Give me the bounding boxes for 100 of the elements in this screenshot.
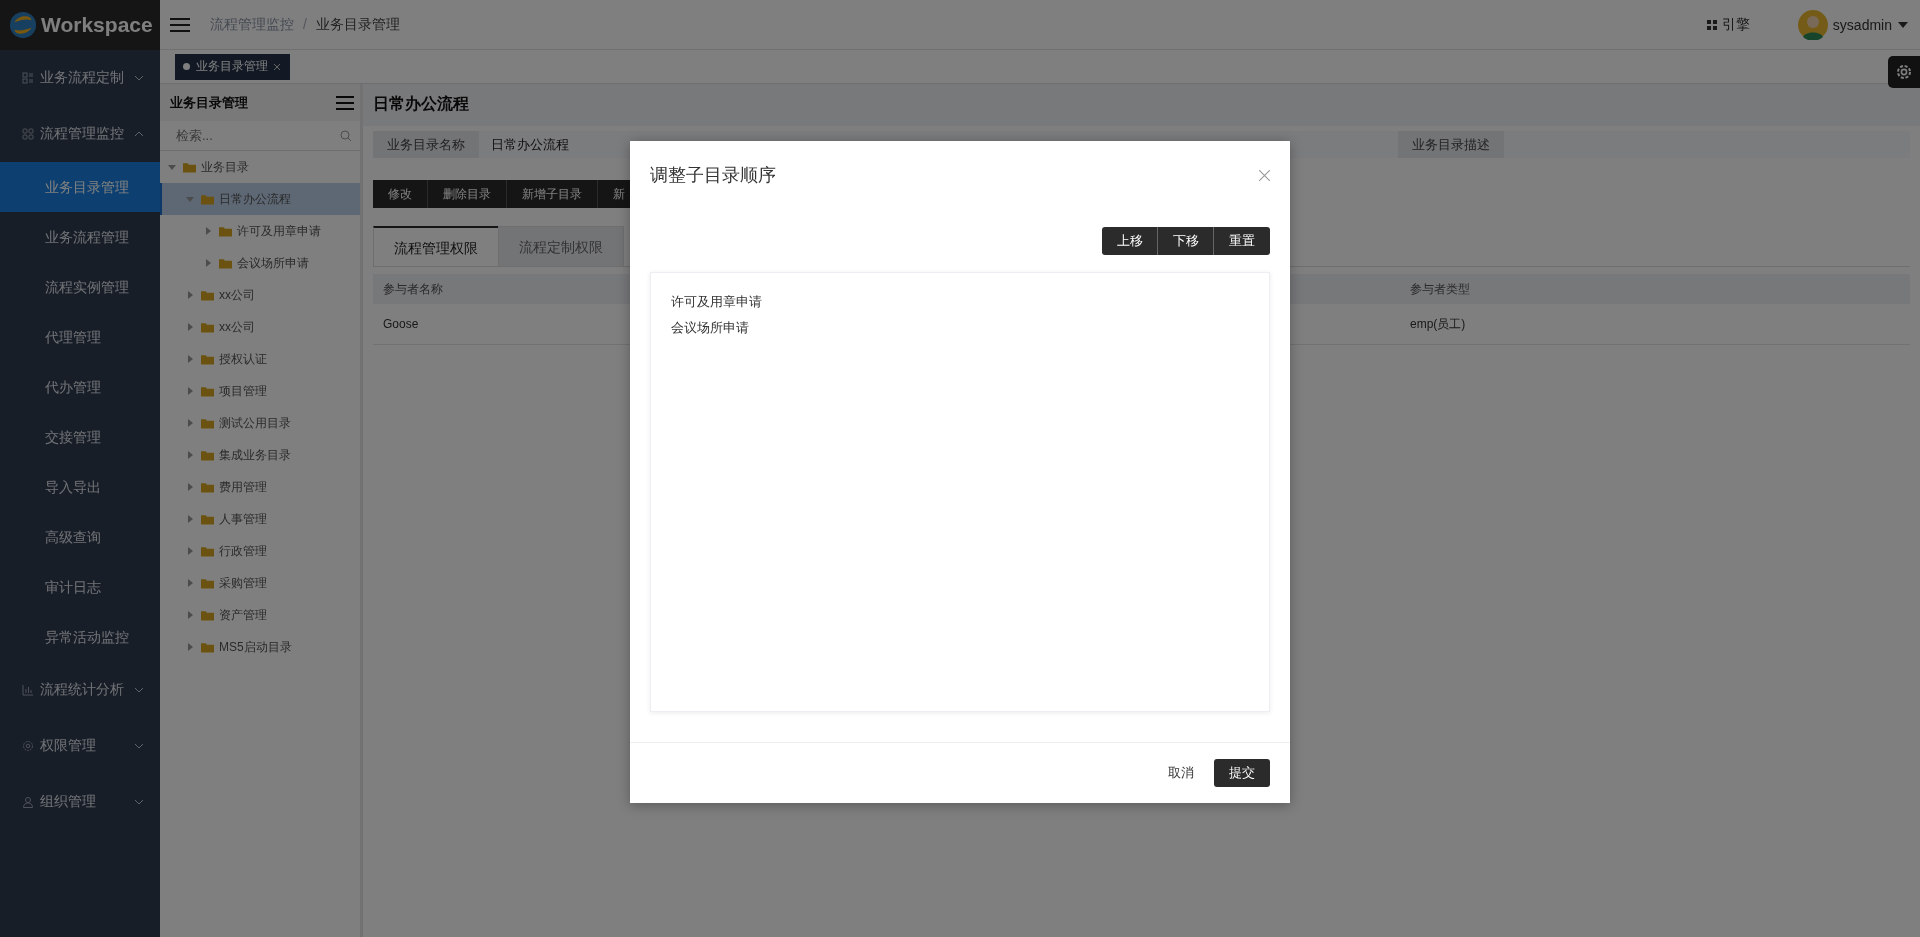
menu-icon[interactable]: [170, 16, 190, 33]
menu-group[interactable]: 组织管理: [0, 774, 160, 830]
tree-node[interactable]: 采购管理: [160, 567, 360, 599]
menu-item[interactable]: 业务目录管理: [0, 162, 160, 212]
folder-icon: [219, 257, 232, 269]
field-value: 日常办公流程: [491, 135, 569, 154]
caret-right-icon[interactable]: [186, 291, 194, 299]
caret-right-icon[interactable]: [186, 483, 194, 491]
tree-node[interactable]: 许可及用章申请: [160, 215, 360, 247]
tree-node[interactable]: 行政管理: [160, 535, 360, 567]
bar-chart-icon: [22, 684, 34, 696]
caret-right-icon[interactable]: [186, 643, 194, 651]
breadcrumb-separator: /: [303, 15, 307, 34]
menu-group[interactable]: 流程管理监控: [0, 106, 160, 162]
node-label: 人事管理: [219, 510, 267, 528]
chevron-down-icon: [134, 743, 144, 749]
menu-item[interactable]: 导入导出: [0, 462, 160, 512]
tree-node[interactable]: 集成业务目录: [160, 439, 360, 471]
caret-right-icon[interactable]: [186, 451, 194, 459]
grid-icon: [22, 128, 34, 140]
menu-icon[interactable]: [336, 95, 354, 110]
action-button[interactable]: 上移: [1102, 227, 1158, 255]
toolbar-button[interactable]: 删除目录: [428, 180, 507, 208]
toolbar-button[interactable]: 新增子目录: [507, 180, 598, 208]
menu-item[interactable]: 业务流程管理: [0, 212, 160, 262]
folder-icon: [219, 225, 232, 237]
submit-button[interactable]: 提交: [1214, 759, 1270, 787]
menu-item[interactable]: 交接管理: [0, 412, 160, 462]
search-field[interactable]: 检索...: [174, 127, 340, 144]
menu-item[interactable]: 代理管理: [0, 312, 160, 362]
menu-item[interactable]: 高级查询: [0, 512, 160, 562]
close-icon[interactable]: [274, 63, 280, 70]
settings-button[interactable]: [1888, 56, 1920, 88]
caret-right-icon[interactable]: [186, 611, 194, 619]
brand-name: Workspace: [41, 13, 153, 37]
caret-right-icon[interactable]: [204, 227, 212, 235]
tree-node[interactable]: 业务目录: [160, 151, 360, 183]
menu-group[interactable]: 业务流程定制: [0, 50, 160, 106]
tree-node[interactable]: xx公司: [160, 311, 360, 343]
caret-right-icon[interactable]: [186, 515, 194, 523]
folder-icon: [201, 289, 214, 301]
caret-right-icon[interactable]: [186, 387, 194, 395]
caret-icon[interactable]: [1898, 21, 1908, 28]
table-cell: emp(员工): [1410, 315, 1466, 333]
caret-right-icon[interactable]: [186, 419, 194, 427]
folder-icon: [201, 577, 214, 589]
list-item[interactable]: 会议场所申请: [671, 315, 1249, 341]
menu-item[interactable]: 流程实例管理: [0, 262, 160, 312]
user-icon: [22, 796, 34, 808]
caret-right-icon[interactable]: [186, 547, 194, 555]
node-label: xx公司: [219, 318, 255, 336]
tree-node[interactable]: 会议场所申请: [160, 247, 360, 279]
tree-node[interactable]: xx公司: [160, 279, 360, 311]
tree-node[interactable]: 项目管理: [160, 375, 360, 407]
list-icon: [22, 72, 34, 84]
tab[interactable]: 流程定制权限: [498, 226, 624, 266]
page-tab[interactable]: 业务目录管理: [175, 53, 290, 80]
cancel-button[interactable]: 取消: [1162, 763, 1200, 783]
caret-right-icon[interactable]: [186, 323, 194, 331]
dot-icon: [183, 63, 190, 70]
caret-right-icon[interactable]: [186, 355, 194, 363]
folder-icon: [201, 545, 214, 557]
folder-icon: [183, 161, 196, 173]
menu-item[interactable]: 审计日志: [0, 562, 160, 612]
tree-node[interactable]: 测试公用目录: [160, 407, 360, 439]
folder-icon: [201, 193, 214, 205]
tree-node[interactable]: 人事管理: [160, 503, 360, 535]
tree-node[interactable]: 授权认证: [160, 343, 360, 375]
caret-right-icon[interactable]: [186, 579, 194, 587]
node-label: 许可及用章申请: [237, 222, 321, 240]
caret-right-icon[interactable]: [204, 259, 212, 267]
grid-icon[interactable]: [1706, 19, 1717, 30]
menu-item[interactable]: 异常活动监控: [0, 612, 160, 662]
node-label: xx公司: [219, 286, 255, 304]
menu-group[interactable]: 权限管理: [0, 718, 160, 774]
action-button[interactable]: 重置: [1214, 227, 1270, 255]
caret-down-icon[interactable]: [186, 195, 194, 203]
tree-node[interactable]: 资产管理: [160, 599, 360, 631]
tree-node[interactable]: 费用管理: [160, 471, 360, 503]
menu-group[interactable]: 流程统计分析: [0, 662, 160, 718]
engine-link[interactable]: 引擎: [1721, 15, 1750, 34]
tree-node[interactable]: MS5启动目录: [160, 631, 360, 663]
tab[interactable]: 流程管理权限: [373, 226, 499, 266]
folder-icon: [201, 385, 214, 397]
column-header: 参与者名称: [383, 280, 443, 298]
menu-item[interactable]: 代办管理: [0, 362, 160, 412]
node-label: 行政管理: [219, 542, 267, 560]
avatar[interactable]: [1797, 9, 1828, 40]
folder-icon: [201, 513, 214, 525]
node-label: 业务目录: [201, 158, 249, 176]
close-icon[interactable]: [1259, 169, 1270, 181]
tree-node[interactable]: 日常办公流程: [160, 183, 360, 215]
toolbar-button[interactable]: 修改: [373, 180, 428, 208]
caret-down-icon[interactable]: [168, 163, 176, 171]
user-name[interactable]: sysadmin: [1832, 16, 1892, 33]
folder-icon: [201, 321, 214, 333]
list-item[interactable]: 许可及用章申请: [671, 289, 1249, 315]
action-button[interactable]: 下移: [1158, 227, 1214, 255]
chevron-down-icon: [134, 799, 144, 805]
node-label: 费用管理: [219, 478, 267, 496]
